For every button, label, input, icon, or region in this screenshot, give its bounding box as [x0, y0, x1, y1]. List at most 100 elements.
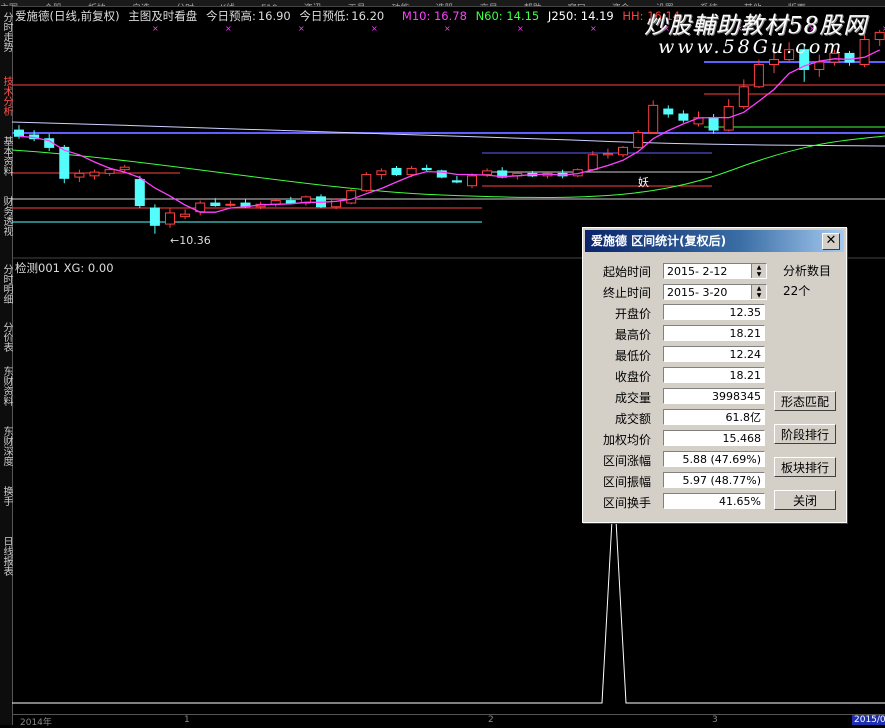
- dialog-title-bar[interactable]: 爱施德 区间统计(复权后) ✕: [585, 230, 844, 252]
- watermark-line2: www.58Gu.com: [658, 36, 845, 58]
- stat-label: 成交额: [614, 412, 651, 426]
- x-tick-0: 2014年: [20, 718, 52, 728]
- stat-value: 5.97 (48.77%): [663, 472, 765, 488]
- spin-up-icon[interactable]: ▲: [752, 285, 766, 292]
- side-tab[interactable]: 分时明细: [0, 264, 12, 304]
- end-time-label: 终止时间: [602, 286, 651, 300]
- candle-body: [753, 64, 764, 88]
- stat-value: 3998345: [663, 388, 765, 404]
- candle-body: [376, 170, 387, 176]
- side-tab[interactable]: 东财资料: [0, 366, 12, 406]
- candle-body: [738, 86, 749, 108]
- candle-body: [421, 167, 432, 171]
- sector-rank-button[interactable]: 板块排行: [774, 457, 836, 477]
- close-button[interactable]: 关闭: [774, 490, 836, 510]
- side-tab[interactable]: 分时走势: [0, 12, 12, 52]
- stat-label: 最低价: [614, 349, 651, 363]
- pattern-match-button[interactable]: 形态匹配: [774, 391, 836, 411]
- side-tab[interactable]: 分价表: [0, 322, 12, 352]
- interval-stats-dialog: 爱施德 区间统计(复权后) ✕ 起始时间 2015- 2-12 ▲ ▼ 终止时间 …: [582, 227, 847, 523]
- stat-label: 区间涨幅: [602, 454, 651, 468]
- stat-label: 加权均价: [602, 433, 651, 447]
- candle-body: [346, 190, 357, 204]
- candle-body: [814, 61, 825, 70]
- stat-label: 区间换手: [602, 496, 651, 510]
- start-time-label: 起始时间: [602, 265, 651, 279]
- x-tick-current: 2015/0: [852, 715, 885, 725]
- high-pred-label: 今日预高:: [205, 9, 256, 23]
- stat-value: 41.65%: [663, 493, 765, 509]
- candle-body: [874, 31, 885, 41]
- candle-body: [285, 200, 296, 204]
- spin-up-icon[interactable]: ▲: [752, 264, 766, 271]
- side-tab[interactable]: 日线报表: [0, 536, 12, 576]
- start-date-value: 2015- 2-12: [667, 265, 728, 278]
- candle-body: [587, 154, 598, 171]
- spin-down-icon[interactable]: ▼: [752, 292, 766, 299]
- stock-title: 爱施德(日线,前复权): [15, 9, 120, 23]
- candle-body: [149, 207, 160, 226]
- stat-label: 最高价: [614, 328, 651, 342]
- end-date-spinner[interactable]: ▲ ▼: [751, 285, 766, 299]
- count-label: 分析数目: [783, 264, 832, 278]
- low-pred-value: 16.20: [351, 9, 385, 23]
- watermark-line1: 炒股輔助教材58股网: [644, 13, 868, 39]
- stat-value: 18.21: [663, 325, 765, 341]
- candle-body: [210, 202, 221, 207]
- candle-body: [89, 171, 100, 177]
- signal-mark: ×: [225, 24, 232, 33]
- signal-mark: ×: [590, 24, 597, 33]
- dialog-title: 爱施德 区间统计(复权后): [591, 234, 727, 248]
- end-date-picker[interactable]: 2015- 3-20 ▲ ▼: [663, 284, 767, 300]
- signal-mark: ×: [152, 24, 159, 33]
- candle-body: [74, 172, 85, 178]
- x-tick-2: 2: [488, 715, 494, 725]
- end-date-value: 2015- 3-20: [667, 286, 728, 299]
- indicator-label: 检测001 XG: 0.00: [15, 261, 114, 275]
- x-tick-3: 3: [712, 715, 718, 725]
- side-tab[interactable]: 基本资料: [0, 136, 12, 176]
- signal-mark: ×: [298, 24, 305, 33]
- yao-marker: 妖: [638, 175, 649, 189]
- j250-value: J250: 14.19: [547, 9, 614, 23]
- stat-value: 5.88 (47.69%): [663, 451, 765, 467]
- candle-body: [844, 52, 855, 63]
- start-date-spinner[interactable]: ▲ ▼: [751, 264, 766, 278]
- candle-body: [708, 117, 719, 131]
- candle-body: [14, 129, 24, 137]
- candle-body: [165, 212, 175, 225]
- stage-rank-button[interactable]: 阶段排行: [774, 424, 836, 444]
- side-tab[interactable]: 换手: [0, 486, 12, 506]
- stat-label: 收盘价: [614, 370, 651, 384]
- candle-body: [180, 213, 191, 218]
- side-tab[interactable]: 东财深度: [0, 426, 12, 466]
- start-date-picker[interactable]: 2015- 2-12 ▲ ▼: [663, 263, 767, 279]
- candle-body: [618, 146, 628, 156]
- candle-body: [59, 146, 70, 179]
- close-icon[interactable]: ✕: [822, 233, 840, 250]
- candle-body: [451, 180, 462, 183]
- stat-value: 15.468: [663, 430, 765, 446]
- candle-body: [859, 39, 870, 66]
- n60-value: N60: 14.15: [475, 9, 540, 23]
- spin-down-icon[interactable]: ▼: [752, 271, 766, 278]
- m10-value: M10: 16.78: [401, 9, 467, 23]
- signal-mark: ×: [444, 24, 451, 33]
- low-pred-label: 今日预低:: [299, 9, 350, 23]
- candle-body: [663, 108, 674, 115]
- candle-body: [361, 174, 372, 192]
- side-tab[interactable]: 技术分析: [0, 76, 12, 116]
- x-tick-1: 1: [184, 715, 190, 725]
- candle-body: [678, 113, 689, 121]
- candle-body: [225, 203, 236, 206]
- stat-value: 12.24: [663, 346, 765, 362]
- chart-header: 爱施德(日线,前复权) 主图及时看盘 今日预高: 16.90 今日预低: 16.20…: [15, 8, 685, 24]
- stat-value: 12.35: [663, 304, 765, 320]
- x-axis: 2014年 1 2 3 2015/0: [12, 714, 885, 728]
- stat-label: 开盘价: [614, 307, 651, 321]
- side-tab[interactable]: 财务透视: [0, 196, 12, 236]
- candle-body: [406, 167, 417, 176]
- candle-body: [602, 153, 613, 156]
- watermark: 炒股輔助教材58股网 www.58Gu.com: [644, 6, 868, 58]
- stat-value: 61.8亿: [663, 409, 765, 425]
